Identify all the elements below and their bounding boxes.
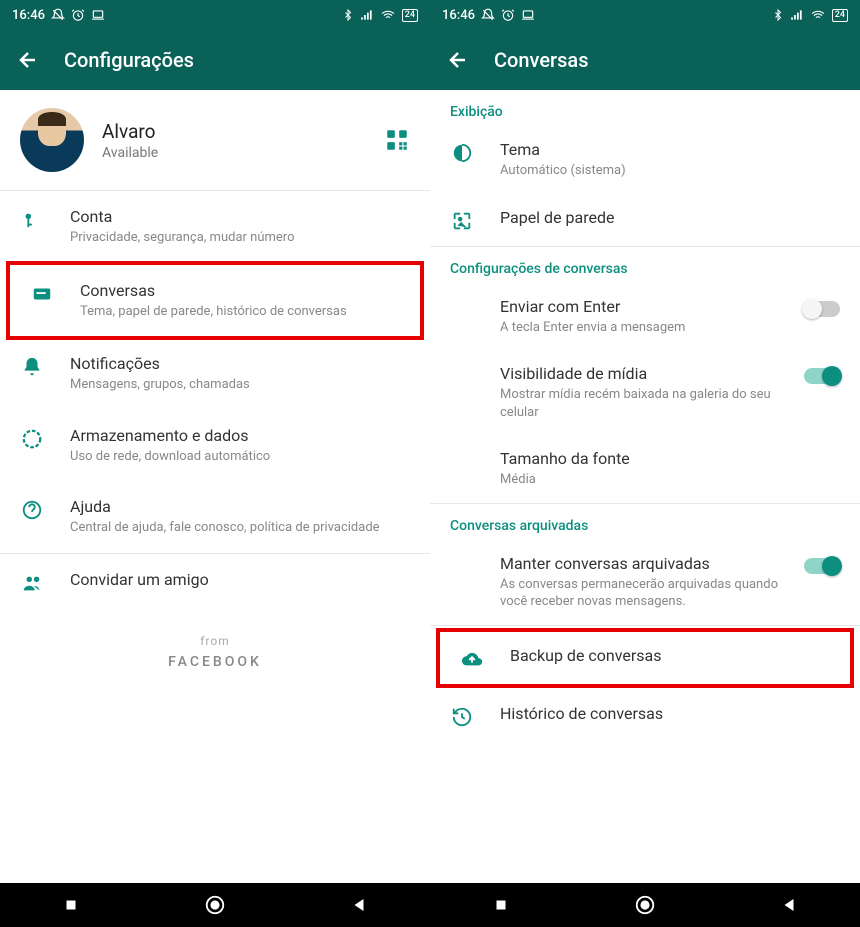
data-icon [21,428,43,450]
item-sub: Mostrar mídia recém baixada na galeria d… [500,386,778,421]
bell-icon [21,356,43,378]
header: Conversas [430,30,860,90]
nav-recent-icon[interactable] [62,896,80,914]
settings-item-notifications[interactable]: Notificações Mensagens, grupos, chamadas [0,338,430,410]
settings-item-title: Convidar um amigo [70,570,410,589]
nav-home-icon[interactable] [634,894,656,916]
wifi-icon [380,8,396,22]
section-header-archived: Conversas arquivadas [430,504,860,540]
wifi-icon [810,8,826,22]
status-time: 16:46 [442,8,475,23]
phone-right-chats: 16:46 24 Conversas Exibição Tema Automát… [430,0,860,927]
section-header-chat-settings: Configurações de conversas [430,247,860,283]
item-title: Enviar com Enter [500,297,778,316]
settings-item-chats[interactable]: Conversas Tema, papel de parede, históri… [10,265,420,337]
key-icon [21,209,43,231]
item-title: Manter conversas arquivadas [500,554,778,573]
chats-item-history[interactable]: Histórico de conversas [430,690,860,742]
settings-item-sub: Uso de rede, download automático [70,448,410,466]
cloud-backup-icon [461,648,483,670]
item-title: Visibilidade de mídia [500,364,778,383]
back-icon[interactable] [446,48,470,72]
item-sub: As conversas permanecerão arquivadas qua… [500,576,778,611]
chats-item-keep-archived[interactable]: Manter conversas arquivadas As conversas… [430,540,860,625]
signal-icon [360,8,374,22]
status-bar: 16:46 24 [430,0,860,30]
item-title: Tamanho da fonte [500,449,840,468]
nav-back-icon[interactable] [780,896,798,914]
settings-item-sub: Tema, papel de parede, histórico de conv… [80,303,400,321]
settings-item-title: Notificações [70,354,410,373]
settings-item-storage[interactable]: Armazenamento e dados Uso de rede, downl… [0,410,430,482]
history-icon [451,706,473,728]
chats-item-media-visibility[interactable]: Visibilidade de mídia Mostrar mídia recé… [430,350,860,435]
divider [430,625,860,626]
from-label: from [0,634,430,648]
nav-home-icon[interactable] [204,894,226,916]
qr-icon[interactable] [384,127,410,153]
wallpaper-icon [451,210,473,232]
settings-item-account[interactable]: Conta Privacidade, segurança, mudar núme… [0,191,430,263]
header: Configurações [0,30,430,90]
toggle-media-visibility[interactable] [804,368,840,384]
battery-icon: 24 [402,9,418,22]
avatar [20,108,84,172]
nav-back-icon[interactable] [350,896,368,914]
section-header-display: Exibição [430,90,860,126]
laptop-icon [91,8,105,22]
theme-icon [451,142,473,164]
settings-item-invite[interactable]: Convidar um amigo [0,554,430,610]
dnd-icon [481,8,495,22]
settings-item-help[interactable]: Ajuda Central de ajuda, fale conosco, po… [0,481,430,553]
item-sub: Média [500,471,840,489]
item-sub: Automático (sistema) [500,162,840,180]
settings-item-title: Armazenamento e dados [70,426,410,445]
settings-item-sub: Privacidade, segurança, mudar número [70,229,410,247]
laptop-icon [521,8,535,22]
status-bar: 16:46 24 [0,0,430,30]
toggle-enter-send[interactable] [804,301,840,317]
nav-recent-icon[interactable] [492,896,510,914]
chats-item-backup[interactable]: Backup de conversas [440,632,850,684]
chats-item-font-size[interactable]: Tamanho da fonte Média [430,435,860,503]
item-sub: A tecla Enter envia a mensagem [500,319,778,337]
item-title: Backup de conversas [510,646,830,665]
bluetooth-icon [342,8,354,22]
settings-item-title: Conversas [80,281,400,300]
nav-bar [0,883,430,927]
from-block: from FACEBOOK [0,634,430,670]
settings-item-title: Conta [70,207,410,226]
phone-left-settings: 16:46 24 Configurações Alvaro Available [0,0,430,927]
header-title: Configurações [64,48,194,72]
people-icon [21,572,43,594]
from-brand: FACEBOOK [0,654,430,670]
chats-item-theme[interactable]: Tema Automático (sistema) [430,126,860,194]
alarm-icon [501,8,515,22]
chat-icon [31,283,53,305]
settings-item-title: Ajuda [70,497,410,516]
chats-item-wallpaper[interactable]: Papel de parede [430,194,860,246]
chats-item-enter-send[interactable]: Enviar com Enter A tecla Enter envia a m… [430,283,860,351]
toggle-keep-archived[interactable] [804,558,840,574]
profile-row[interactable]: Alvaro Available [0,90,430,190]
settings-item-sub: Central de ajuda, fale conosco, política… [70,519,410,537]
profile-status: Available [102,145,366,161]
help-icon [21,499,43,521]
item-title: Papel de parede [500,208,840,227]
item-title: Histórico de conversas [500,704,840,723]
signal-icon [790,8,804,22]
highlight-box-chats: Conversas Tema, papel de parede, históri… [6,261,424,341]
profile-name: Alvaro [102,120,366,143]
item-title: Tema [500,140,840,159]
status-time: 16:46 [12,8,45,23]
dnd-icon [51,8,65,22]
back-icon[interactable] [16,48,40,72]
alarm-icon [71,8,85,22]
bluetooth-icon [772,8,784,22]
battery-icon: 24 [832,9,848,22]
highlight-box-backup: Backup de conversas [436,628,854,688]
nav-bar [430,883,860,927]
settings-item-sub: Mensagens, grupos, chamadas [70,376,410,394]
header-title: Conversas [494,48,588,72]
